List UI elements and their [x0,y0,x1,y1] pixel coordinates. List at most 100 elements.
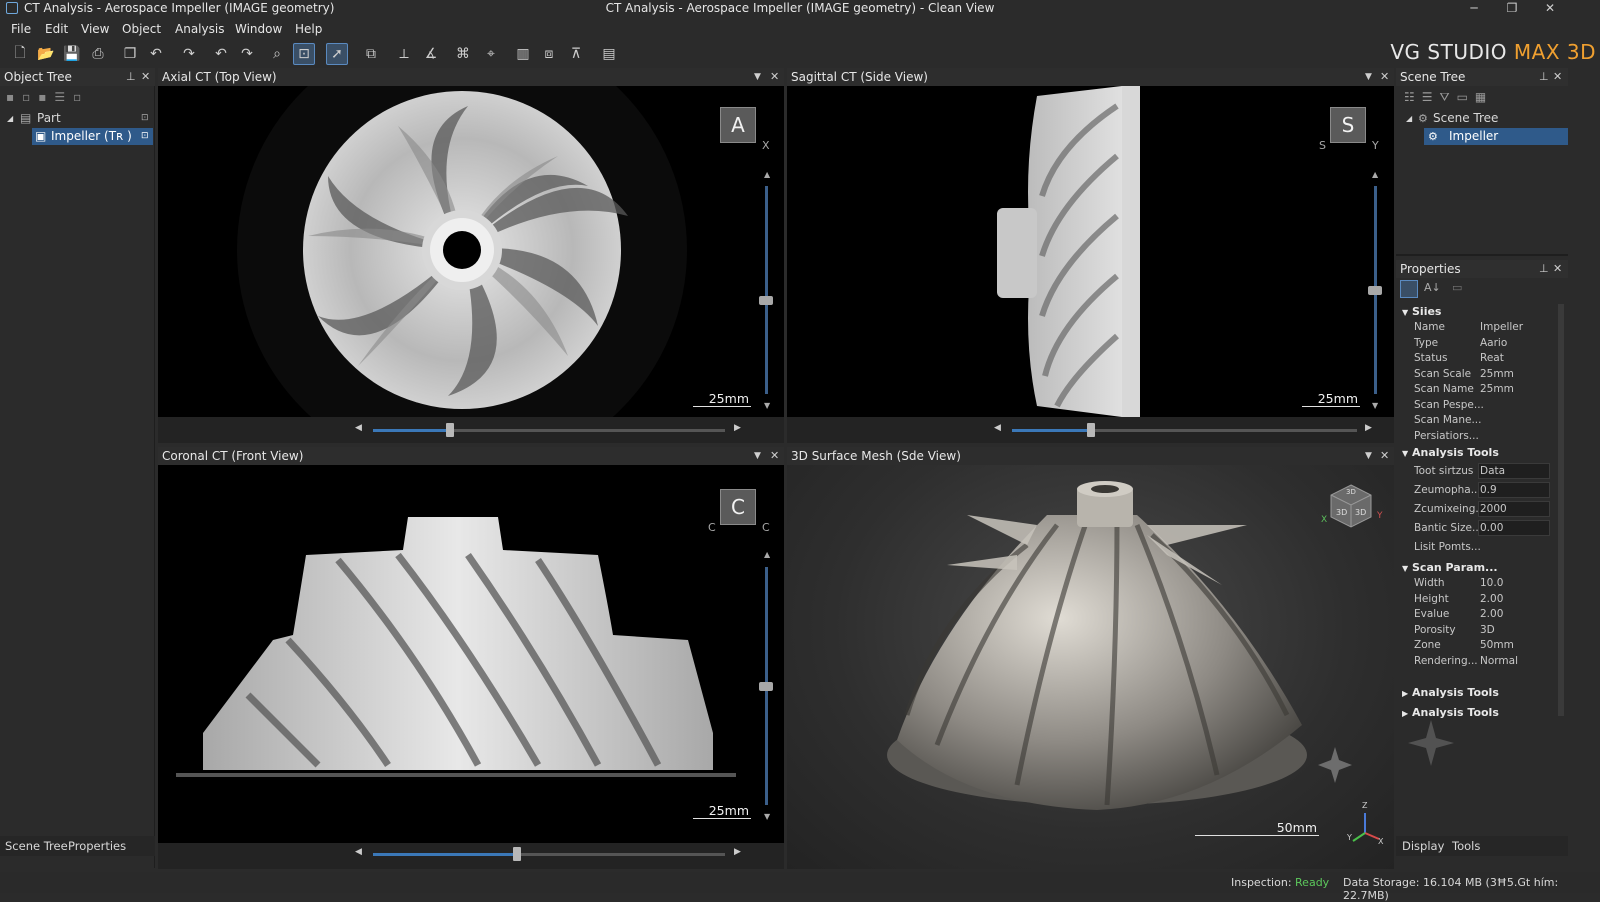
tab-scene-tree[interactable]: Scene Tree [5,839,68,853]
pin-icon[interactable]: ⊥ [1539,68,1549,86]
pin-icon[interactable]: ⊥ [126,68,136,86]
close-panel-icon[interactable]: ✕ [1553,260,1562,278]
slice-up-icon[interactable]: ▲ [764,550,770,559]
redo-step-icon[interactable]: ↷ [236,43,258,65]
scene-tree-tools[interactable]: ☷☰⛛▭▦ [1404,90,1493,105]
clipping-icon[interactable]: ⊼ [565,43,587,65]
coronal-slice-thumb[interactable] [759,682,773,691]
sagittal-viewport[interactable]: S S Y ▲ ▼ 25mm [787,86,1394,417]
coronal-h-thumb[interactable] [513,847,522,861]
slider-left-icon[interactable]: ◀ [355,847,362,857]
tab-display[interactable]: Display [1402,839,1444,853]
slice-up-icon[interactable]: ▲ [1372,170,1378,179]
section-scan-param[interactable]: ▼ Scan Param... [1402,561,1498,574]
slider-left-icon[interactable]: ◀ [994,423,1001,433]
close-panel-icon[interactable]: ✕ [1553,68,1562,86]
surface-viewport[interactable]: 3D 3D 3D X Y 50mm Z Y X [787,465,1394,869]
select-pointer-icon[interactable]: ➚ [326,43,348,65]
close-view-icon[interactable]: ✕ [1380,447,1389,465]
compare-icon[interactable]: ⧈ [538,43,560,65]
dropdown-icon[interactable]: ▼ [1365,68,1372,86]
object-tree-tools[interactable]: ▪▫▪☰▫ [6,90,89,104]
property-row[interactable]: Rendering... Normal [1396,655,1568,671]
lock-icon[interactable]: ⊡ [141,128,149,145]
sagittal-slice-thumb[interactable] [1368,286,1382,295]
dropdown-icon[interactable]: ▼ [754,447,761,465]
property-row[interactable]: Height 2.00 [1396,593,1568,609]
save-icon[interactable]: 💾 [61,43,83,65]
properties-scrollbar[interactable] [1558,304,1564,716]
tab-tools[interactable]: Tools [1452,839,1480,853]
menu-file[interactable]: File [11,22,31,36]
tab-properties[interactable]: Properties [68,839,126,853]
redo-icon[interactable]: ↷ [178,43,200,65]
undo-icon[interactable]: ↶ [145,43,167,65]
property-row[interactable]: Bantic Size... 0.00 [1396,520,1568,538]
property-pages-icon[interactable]: ▭ [1452,281,1462,294]
property-row[interactable]: Scan Name 25mm [1396,383,1568,399]
angle-icon[interactable]: ∡ [420,43,442,65]
alignment-icon[interactable]: ⌖ [480,43,502,65]
property-row[interactable]: Scan Pespe... [1396,399,1568,415]
close-panel-icon[interactable]: ✕ [141,68,150,86]
property-row[interactable]: Zone 50mm [1396,639,1568,655]
dropdown-icon[interactable]: ▼ [754,68,761,86]
section-analysis-tools-2[interactable]: ▶ Analysis Tools [1402,686,1499,699]
undo-step-icon[interactable]: ↶ [210,43,232,65]
slider-left-icon[interactable]: ◀ [355,423,362,433]
print-icon[interactable]: ⎙ [87,43,109,65]
open-folder-icon[interactable]: 📂 [35,43,57,65]
new-file-icon[interactable]: 🗋 [9,43,31,65]
menu-view[interactable]: View [81,22,109,36]
slider-right-icon[interactable]: ▶ [734,847,741,857]
expand-arrow-icon[interactable]: ◢ [1406,110,1412,127]
close-icon[interactable]: ✕ [1532,0,1568,18]
property-row[interactable]: Zeumopha... 0.9 [1396,482,1568,500]
property-row[interactable]: Scan Scale 25mm [1396,368,1568,384]
slider-right-icon[interactable]: ▶ [734,423,741,433]
registration-icon[interactable]: ⌘ [452,43,474,65]
menu-analysis[interactable]: Analysis [175,22,224,36]
property-row[interactable]: Toot sirtzus Data [1396,463,1568,481]
property-row[interactable]: Width 10.0 [1396,577,1568,593]
maximize-icon[interactable]: ❐ [1494,0,1530,18]
property-row[interactable]: Persiatiors... [1396,430,1568,446]
report-icon[interactable]: ▤ [598,43,620,65]
axial-slice-track[interactable] [765,186,768,394]
scene-tree-impeller[interactable]: ⚙ Impeller [1424,128,1568,145]
pin-icon[interactable]: ⊥ [1539,260,1549,278]
zoom-icon[interactable]: ⌕ [266,43,288,65]
property-row[interactable]: Type Aario [1396,337,1568,353]
slice-up-icon[interactable]: ▲ [764,170,770,179]
property-row[interactable]: Status Reat [1396,352,1568,368]
section-analysis-tools[interactable]: ▼ Analysis Tools [1402,446,1499,459]
menu-edit[interactable]: Edit [45,22,68,36]
expand-arrow-icon[interactable]: ◢ [7,110,13,127]
slice-down-icon[interactable]: ▼ [764,401,770,410]
close-view-icon[interactable]: ✕ [770,68,779,86]
measure-icon[interactable]: ⟂ [393,43,415,65]
tree-item-part[interactable]: ◢ ▤ Part ⊡ [0,110,155,127]
menu-help[interactable]: Help [295,22,322,36]
property-row[interactable]: Zcumixeing... 2000 [1396,501,1568,519]
axial-viewport[interactable]: A X ▲ ▼ 25mm [158,86,784,417]
axial-h-thumb[interactable] [446,423,455,437]
coronal-viewport[interactable]: C C C ▲ ▼ 25mm [158,465,784,843]
close-view-icon[interactable]: ✕ [1380,68,1389,86]
property-row[interactable]: Evalue 2.00 [1396,608,1568,624]
dropdown-icon[interactable]: ▼ [1365,447,1372,465]
property-row[interactable]: Scan Mane... [1396,414,1568,430]
sort-az-icon[interactable]: A↓ [1424,281,1441,294]
property-row[interactable]: Porosity 3D [1396,624,1568,640]
scene-tree-root[interactable]: ◢ ⚙ Scene Tree [1396,110,1568,127]
copy-icon[interactable]: ❐ [119,43,141,65]
histogram-icon[interactable]: ▥ [512,43,534,65]
property-row[interactable]: Name Impeller [1396,321,1568,337]
visibility-icon[interactable]: ⊡ [141,110,149,127]
axial-slice-thumb[interactable] [759,296,773,306]
fit-view-icon[interactable]: ⊡ [293,43,315,65]
transform-icon[interactable]: ⧉ [360,43,382,65]
tree-item-impeller[interactable]: ▣ Impeller (Tʀ ) ⊡ [32,128,153,145]
slice-down-icon[interactable]: ▼ [764,812,770,821]
view-cube[interactable]: 3D 3D 3D [1327,483,1375,531]
